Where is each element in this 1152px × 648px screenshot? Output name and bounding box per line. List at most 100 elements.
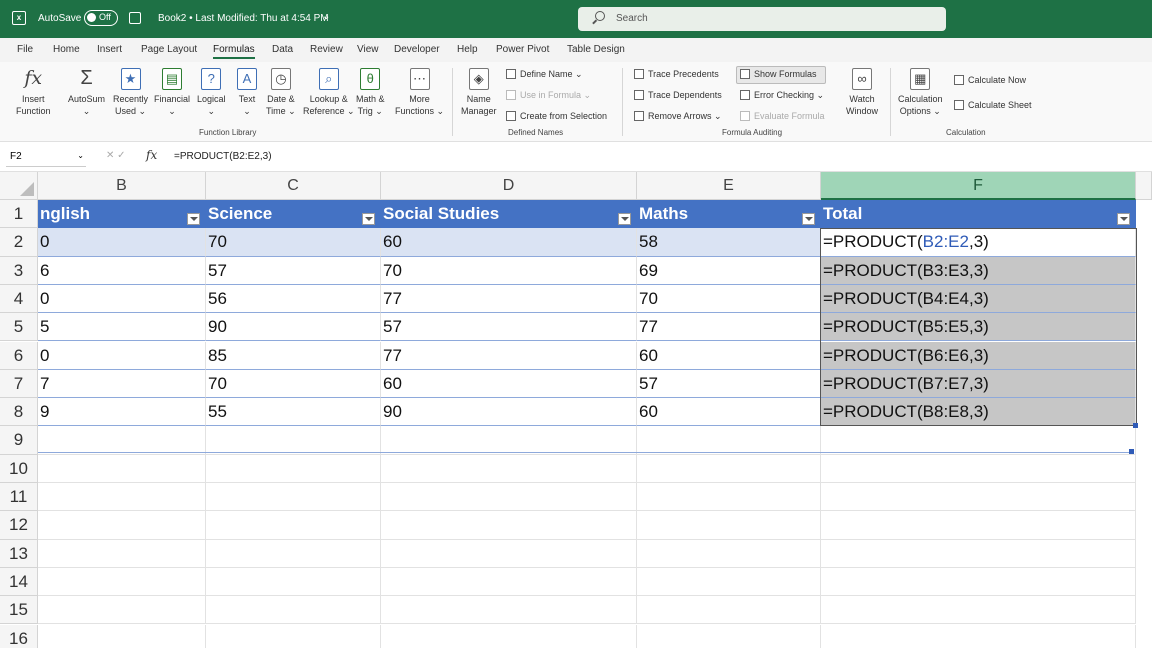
remove-arrows-button[interactable]: Remove Arrows ⌄ — [634, 111, 722, 122]
math-trig-button[interactable]: θ Math & Trig ⌄ — [356, 68, 385, 117]
tab-home[interactable]: Home — [53, 44, 80, 55]
table-cell[interactable]: 85 — [206, 341, 381, 370]
logical-button[interactable]: ? Logical ⌄ — [197, 68, 226, 117]
row-header[interactable]: 3 — [0, 256, 38, 285]
table-cell[interactable]: 60 — [637, 398, 821, 427]
row-header[interactable]: 7 — [0, 369, 38, 399]
formula-cell[interactable]: =PRODUCT(B3:E3,3) — [821, 256, 1136, 285]
column-header-c[interactable]: C — [206, 172, 381, 200]
empty-cell[interactable] — [206, 426, 381, 455]
row-header[interactable]: 9 — [0, 426, 38, 455]
row-header[interactable]: 15 — [0, 596, 38, 625]
tab-insert[interactable]: Insert — [97, 44, 122, 55]
calculate-sheet-button[interactable]: Calculate Sheet — [954, 100, 1032, 110]
table-cell[interactable]: 0 — [38, 284, 206, 314]
empty-cell[interactable] — [38, 567, 206, 597]
empty-cell[interactable] — [381, 426, 637, 455]
formula-input[interactable]: =PRODUCT(B2:E2,3) — [174, 151, 272, 162]
formula-cell[interactable]: =PRODUCT(B4:E4,3) — [821, 284, 1136, 314]
empty-cell[interactable] — [821, 454, 1136, 483]
row-header[interactable]: 16 — [0, 624, 38, 648]
trace-dependents-button[interactable]: Trace Dependents — [634, 90, 722, 100]
table-cell[interactable]: 7 — [38, 369, 206, 399]
filter-dropdown-icon[interactable] — [362, 213, 375, 225]
tab-review[interactable]: Review — [310, 44, 343, 55]
empty-cell[interactable] — [381, 483, 637, 512]
empty-cell[interactable] — [637, 483, 821, 512]
tab-table-design[interactable]: Table Design — [567, 44, 625, 55]
table-cell[interactable]: 6 — [38, 256, 206, 285]
table-cell[interactable]: 57 — [637, 369, 821, 399]
empty-cell[interactable] — [38, 511, 206, 540]
name-box[interactable]: F2 ⌄ — [6, 149, 86, 167]
tab-file[interactable]: File — [17, 44, 33, 55]
empty-cell[interactable] — [821, 539, 1136, 568]
table-resize-handle[interactable] — [1133, 423, 1138, 428]
empty-cell[interactable] — [206, 454, 381, 483]
table-cell[interactable]: 77 — [637, 313, 821, 342]
table-cell[interactable]: 5 — [38, 313, 206, 342]
filter-dropdown-icon[interactable] — [802, 213, 815, 225]
empty-cell[interactable] — [821, 624, 1136, 648]
empty-cell[interactable] — [206, 511, 381, 540]
table-cell[interactable]: 9 — [38, 398, 206, 427]
empty-cell[interactable] — [821, 426, 1136, 455]
create-from-selection-button[interactable]: Create from Selection — [506, 111, 607, 121]
empty-cell[interactable] — [637, 454, 821, 483]
empty-cell[interactable] — [206, 596, 381, 625]
empty-cell[interactable] — [38, 624, 206, 648]
filter-dropdown-icon[interactable] — [1117, 213, 1130, 225]
table-cell[interactable]: 90 — [206, 313, 381, 342]
watch-window-button[interactable]: ∞ Watch Window — [846, 68, 878, 117]
empty-cell[interactable] — [38, 483, 206, 512]
row-header[interactable]: 2 — [0, 228, 38, 257]
filter-dropdown-icon[interactable] — [187, 213, 200, 225]
table-cell[interactable]: 60 — [637, 341, 821, 370]
row-header[interactable]: 4 — [0, 284, 38, 314]
chevron-down-icon[interactable]: ⌄ — [77, 151, 84, 160]
row-header[interactable]: 5 — [0, 313, 38, 342]
formula-cell[interactable]: =PRODUCT(B6:E6,3) — [821, 341, 1136, 370]
column-header-g[interactable] — [1136, 172, 1152, 200]
error-checking-button[interactable]: Error Checking ⌄ — [740, 90, 824, 101]
table-cell[interactable]: 70 — [637, 284, 821, 314]
chevron-down-icon[interactable]: ⌄ — [322, 11, 330, 22]
row-header[interactable]: 14 — [0, 567, 38, 597]
use-in-formula-button[interactable]: Use in Formula ⌄ — [506, 90, 591, 101]
empty-cell[interactable] — [381, 567, 637, 597]
trace-precedents-button[interactable]: Trace Precedents — [634, 69, 719, 79]
formula-cell[interactable]: =PRODUCT(B7:E7,3) — [821, 369, 1136, 399]
tab-data[interactable]: Data — [272, 44, 293, 55]
empty-cell[interactable] — [821, 567, 1136, 597]
lookup-reference-button[interactable]: ⌕ Lookup & Reference ⌄ — [303, 68, 355, 117]
empty-cell[interactable] — [821, 596, 1136, 625]
empty-cell[interactable] — [206, 624, 381, 648]
column-header-d[interactable]: D — [381, 172, 637, 200]
table-cell[interactable]: 56 — [206, 284, 381, 314]
empty-cell[interactable] — [381, 539, 637, 568]
filter-dropdown-icon[interactable] — [618, 213, 631, 225]
table-cell[interactable]: 60 — [381, 369, 637, 399]
empty-cell[interactable] — [38, 596, 206, 625]
empty-cell[interactable] — [637, 624, 821, 648]
show-formulas-button[interactable]: Show Formulas — [740, 69, 817, 79]
row-header[interactable]: 12 — [0, 511, 38, 540]
row-header[interactable]: 8 — [0, 398, 38, 427]
fill-handle[interactable] — [1129, 449, 1134, 454]
row-header[interactable]: 6 — [0, 341, 38, 370]
row-header[interactable]: 10 — [0, 454, 38, 483]
empty-cell[interactable] — [206, 539, 381, 568]
table-cell[interactable]: 57 — [381, 313, 637, 342]
more-functions-button[interactable]: ⋯ More Functions ⌄ — [395, 68, 444, 117]
table-cell[interactable]: 69 — [637, 256, 821, 285]
empty-cell[interactable] — [206, 567, 381, 597]
empty-cell[interactable] — [38, 539, 206, 568]
excel-logo-icon[interactable]: x — [12, 11, 26, 25]
evaluate-formula-button[interactable]: Evaluate Formula — [740, 111, 825, 121]
table-cell[interactable]: 58 — [637, 228, 821, 257]
table-cell[interactable]: 77 — [381, 341, 637, 370]
autosum-button[interactable]: Σ AutoSum ⌄ — [68, 68, 105, 117]
empty-cell[interactable] — [637, 567, 821, 597]
empty-cell[interactable] — [381, 454, 637, 483]
empty-cell[interactable] — [38, 426, 206, 455]
